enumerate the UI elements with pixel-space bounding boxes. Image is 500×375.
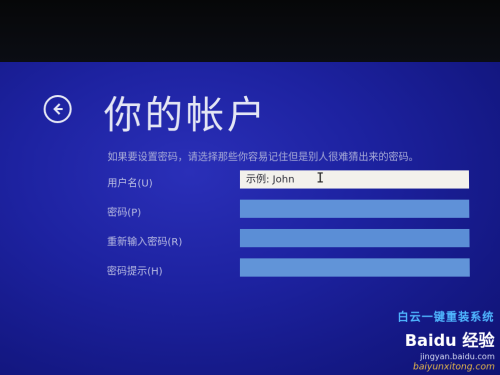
monitor-bezel — [0, 0, 500, 62]
watermark-site: baiyunxitong.com — [413, 362, 495, 373]
photo-frame: 你的帐户 如果要设置密码，请选择那些你容易记住但是别人很难猜出来的密码。 用户名… — [0, 0, 500, 375]
password-hint-label: 密码提示(H) — [106, 266, 163, 278]
username-label: 用户名(U) — [107, 178, 153, 190]
password-label: 密码(P) — [107, 207, 142, 219]
username-input[interactable] — [239, 170, 470, 189]
baidu-logo: Baidu 经验 — [404, 330, 495, 351]
reenter-password-label: 重新输入密码(R) — [106, 237, 183, 249]
back-arrow-icon — [53, 103, 63, 115]
watermark-url: jingyan.baidu.com — [420, 352, 495, 362]
text-cursor-icon: I — [316, 171, 325, 187]
watermark-title: 白云一键重装系统 — [397, 310, 495, 324]
back-button[interactable] — [43, 95, 72, 124]
reenter-password-input[interactable] — [239, 228, 470, 248]
password-input[interactable] — [239, 199, 470, 218]
page-title: 你的帐户 — [103, 93, 269, 138]
instruction-text: 如果要设置密码，请选择那些你容易记住但是别人很难猜出来的密码。 — [107, 152, 419, 164]
watermark: 白云一键重装系统 Baidu 经验 jingyan.baidu.com baiy… — [397, 308, 495, 372]
password-hint-input[interactable] — [239, 258, 470, 277]
account-setup-screen: 你的帐户 如果要设置密码，请选择那些你容易记住但是别人很难猜出来的密码。 用户名… — [0, 62, 500, 375]
